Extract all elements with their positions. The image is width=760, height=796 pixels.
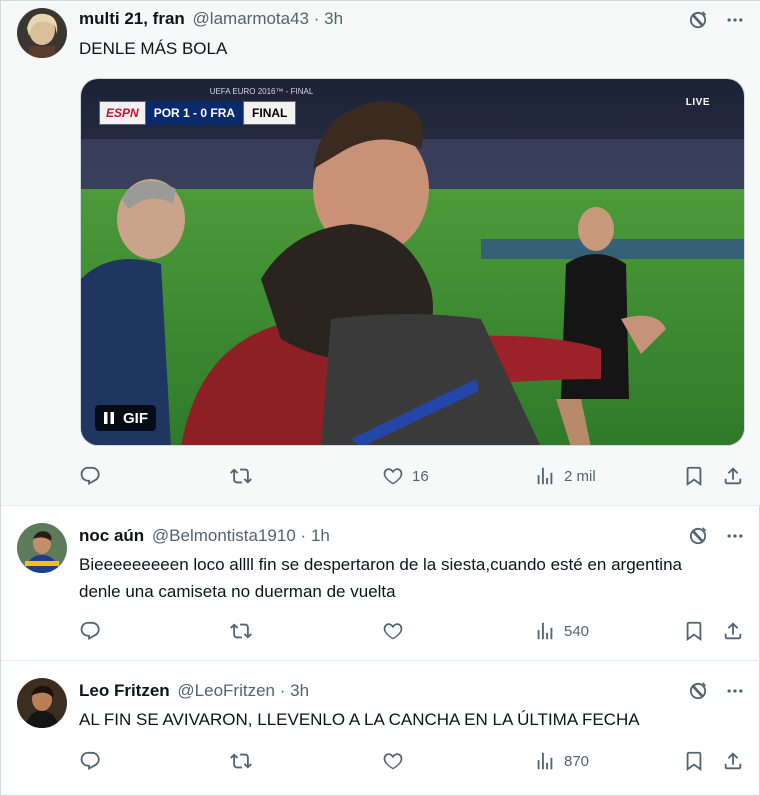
tweet-text: AL FIN SE AVIVARON, LLEVENLO A LA CANCHA… (79, 710, 640, 729)
retweet-icon (230, 620, 252, 642)
retweet-button[interactable] (230, 748, 260, 774)
reply-button[interactable] (79, 618, 109, 644)
broadcaster-logo: ESPN (99, 101, 146, 125)
action-bar: 870 (79, 748, 749, 774)
bookmark-icon (683, 465, 705, 487)
tweet-2[interactable]: noc aún @Belmontista1910 · 1h Bieeeeeeee… (1, 506, 760, 661)
grok-icon[interactable] (687, 525, 709, 547)
separator-dot: · (313, 9, 320, 28)
display-name[interactable]: Leo Fritzen (79, 681, 170, 700)
action-bar: 16 2 mil (79, 463, 749, 489)
gif-media[interactable]: ESPN UEFA EURO 2016™ - FINAL POR 1 - 0 F… (80, 78, 745, 446)
like-count: 16 (412, 467, 429, 485)
separator-dot: · (279, 681, 286, 700)
avatar[interactable] (17, 678, 67, 728)
avatar[interactable] (17, 8, 67, 58)
tweet-header: Leo Fritzen @LeoFritzen · 3h (79, 681, 309, 703)
bookmark-icon (683, 620, 705, 642)
reply-icon (79, 620, 101, 642)
tournament-label: UEFA EURO 2016™ - FINAL (209, 87, 314, 96)
grok-icon[interactable] (687, 9, 709, 31)
views-chart-icon (534, 465, 556, 487)
user-handle[interactable]: @LeoFritzen (177, 681, 275, 700)
gif-frame (81, 79, 744, 445)
views-chart-icon (534, 750, 556, 772)
bookmark-icon (683, 750, 705, 772)
bookmark-button[interactable] (683, 748, 705, 774)
retweet-button[interactable] (230, 618, 260, 644)
views-chart-icon (534, 620, 556, 642)
reply-icon (79, 750, 101, 772)
separator-dot: · (300, 526, 307, 545)
tweet-1[interactable]: multi 21, fran @lamarmota43 · 3h DENLE M… (1, 1, 760, 506)
share-icon (722, 750, 744, 772)
avatar[interactable] (17, 523, 67, 573)
tweet-3[interactable]: Leo Fritzen @LeoFritzen · 3h AL FIN SE A… (1, 661, 760, 796)
heart-icon (382, 465, 404, 487)
heart-icon (382, 620, 404, 642)
views-button[interactable]: 2 mil (534, 463, 596, 489)
retweet-button[interactable] (230, 463, 260, 489)
timestamp[interactable]: 1h (311, 526, 330, 545)
display-name[interactable]: noc aún (79, 526, 144, 545)
tweet-text: DENLE MÁS BOLA (79, 39, 228, 58)
pause-icon[interactable] (103, 411, 115, 425)
reply-icon (79, 465, 101, 487)
action-bar: 540 (79, 618, 749, 644)
heart-icon (382, 750, 404, 772)
tweet-header: multi 21, fran @lamarmota43 · 3h (79, 9, 343, 31)
like-button[interactable]: 16 (382, 463, 429, 489)
timestamp[interactable]: 3h (324, 9, 343, 28)
views-button[interactable]: 540 (534, 618, 589, 644)
views-button[interactable]: 870 (534, 748, 589, 774)
gif-badge[interactable]: GIF (95, 405, 156, 431)
more-icon[interactable] (723, 10, 747, 30)
like-button[interactable] (382, 748, 412, 774)
bookmark-button[interactable] (683, 618, 705, 644)
more-icon[interactable] (723, 681, 747, 701)
reply-button[interactable] (79, 748, 109, 774)
tweet-header: noc aún @Belmontista1910 · 1h (79, 526, 330, 548)
user-handle[interactable]: @Belmontista1910 (152, 526, 296, 545)
view-count: 870 (564, 752, 590, 770)
match-score: UEFA EURO 2016™ - FINAL POR 1 - 0 FRA (145, 87, 313, 125)
like-button[interactable] (382, 618, 412, 644)
timeline: multi 21, fran @lamarmota43 · 3h DENLE M… (0, 0, 760, 796)
share-button[interactable] (722, 463, 744, 489)
retweet-icon (230, 465, 252, 487)
live-label: LIVE (685, 97, 710, 108)
score-text: POR 1 - 0 FRA (153, 106, 236, 120)
retweet-icon (230, 750, 252, 772)
user-handle[interactable]: @lamarmota43 (193, 9, 309, 28)
view-count: 540 (564, 622, 590, 640)
scoreboard: ESPN UEFA EURO 2016™ - FINAL POR 1 - 0 F… (99, 87, 313, 125)
share-button[interactable] (722, 618, 744, 644)
grok-icon[interactable] (687, 680, 709, 702)
display-name[interactable]: multi 21, fran (79, 9, 185, 28)
timestamp[interactable]: 3h (290, 681, 309, 700)
match-status: FINAL (243, 101, 297, 125)
share-icon (722, 465, 744, 487)
view-count: 2 mil (564, 467, 596, 485)
bookmark-button[interactable] (683, 463, 705, 489)
gif-label: GIF (123, 409, 148, 427)
reply-button[interactable] (79, 463, 109, 489)
share-icon (722, 620, 744, 642)
share-button[interactable] (722, 748, 744, 774)
more-icon[interactable] (723, 526, 747, 546)
tweet-text: Bieeeeeeeeen loco allll fin se despertar… (79, 555, 682, 601)
